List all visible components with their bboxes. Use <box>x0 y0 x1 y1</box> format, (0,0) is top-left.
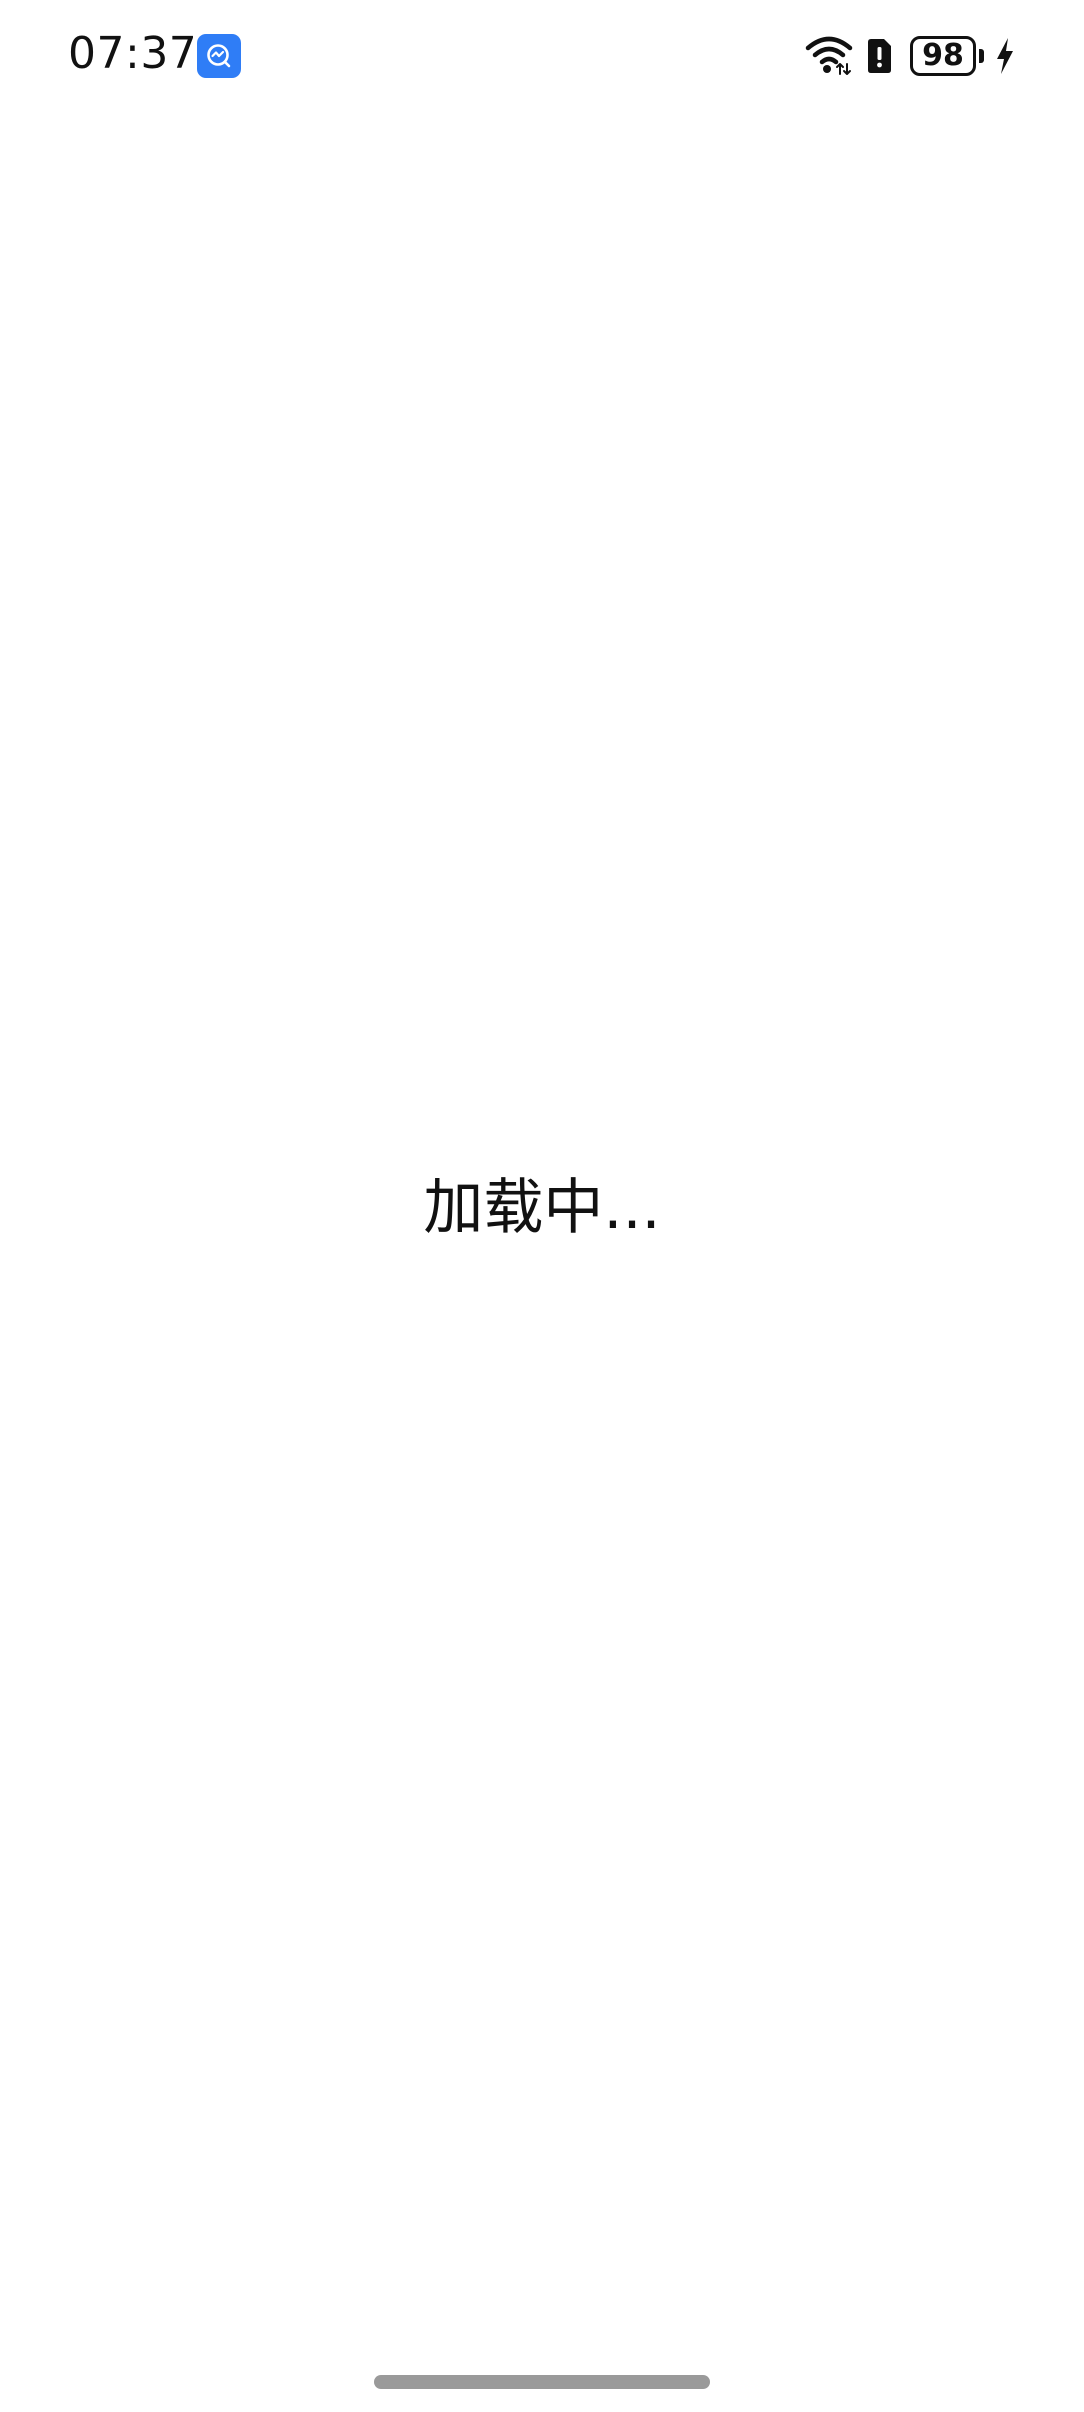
charging-icon <box>997 38 1013 74</box>
status-time: 07:37 <box>68 28 198 79</box>
status-icons: 98 <box>804 34 1016 78</box>
wifi-icon <box>805 36 853 75</box>
battery-icon: 98 <box>910 36 984 76</box>
battery-nub <box>979 49 984 63</box>
status-bar: 07:37 98 <box>0 0 1084 110</box>
home-indicator[interactable] <box>374 2375 710 2389</box>
app-notification-glyph <box>207 44 231 68</box>
battery-level: 98 <box>910 36 976 76</box>
app-notification-icon <box>197 34 241 78</box>
loading-text: 加载中... <box>423 1173 661 1243</box>
sim-alert-icon <box>868 39 891 73</box>
